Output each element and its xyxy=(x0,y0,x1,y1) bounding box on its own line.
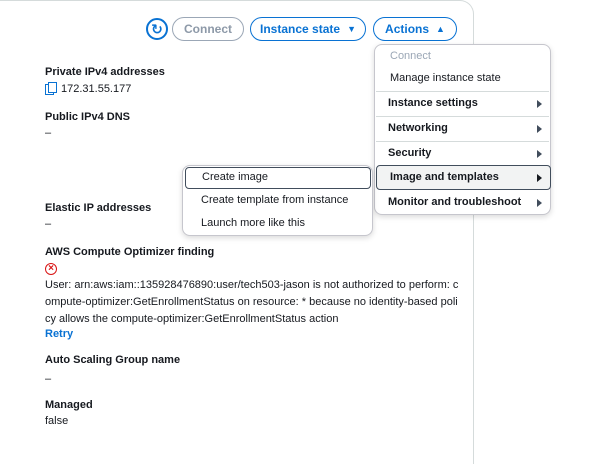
error-icon: × xyxy=(45,263,57,275)
caret-right-icon xyxy=(537,149,542,158)
menu-item-monitor-and-troubleshoot[interactable]: Monitor and troubleshoot xyxy=(375,190,550,215)
managed-value: false xyxy=(45,415,69,427)
copy-icon[interactable] xyxy=(45,82,57,95)
optimizer-error-message: User: arn:aws:iam::135928476890:user/tec… xyxy=(45,279,459,325)
caret-up-icon: ▲ xyxy=(436,24,445,34)
caret-right-icon xyxy=(537,173,542,182)
managed-label: Managed xyxy=(45,399,93,411)
managed-field: Managed false xyxy=(45,399,465,429)
caret-down-icon: ▼ xyxy=(347,24,356,34)
submenu-item-create-image[interactable]: Create image xyxy=(185,167,371,189)
security-label: Security xyxy=(388,147,432,159)
refresh-button[interactable]: ↻ xyxy=(146,18,168,40)
asg-value: – xyxy=(45,373,52,385)
refresh-icon: ↻ xyxy=(151,20,163,37)
asg-label: Auto Scaling Group name xyxy=(45,354,181,366)
menu-item-networking[interactable]: Networking xyxy=(375,116,550,141)
image-templates-label: Image and templates xyxy=(390,171,499,183)
image-templates-submenu: Create image Create template from instan… xyxy=(182,165,373,236)
menu-item-manage-instance-state[interactable]: Manage instance state xyxy=(375,72,550,84)
menu-item-image-and-templates[interactable]: Image and templates xyxy=(376,165,551,190)
instance-state-label: Instance state xyxy=(260,22,341,36)
networking-label: Networking xyxy=(388,122,448,134)
submenu-item-launch-more[interactable]: Launch more like this xyxy=(183,217,372,229)
instance-state-button[interactable]: Instance state ▼ xyxy=(250,17,366,41)
actions-dropdown-menu: Connect Manage instance state Instance s… xyxy=(374,44,551,215)
menu-item-instance-settings[interactable]: Instance settings xyxy=(375,91,550,116)
optimizer-label: AWS Compute Optimizer finding xyxy=(45,246,215,258)
caret-right-icon xyxy=(537,99,542,108)
connect-button[interactable]: Connect xyxy=(172,17,244,41)
connect-button-label: Connect xyxy=(184,22,232,36)
actions-button[interactable]: Actions ▲ xyxy=(373,17,457,41)
instance-settings-label: Instance settings xyxy=(388,97,478,109)
caret-right-icon xyxy=(537,198,542,207)
monitor-label: Monitor and troubleshoot xyxy=(388,196,522,208)
optimizer-field: AWS Compute Optimizer finding × User: ar… xyxy=(45,246,465,340)
retry-link[interactable]: Retry xyxy=(45,328,465,340)
submenu-item-create-template[interactable]: Create template from instance xyxy=(183,194,372,206)
menu-item-connect: Connect xyxy=(390,50,431,62)
asg-field: Auto Scaling Group name – xyxy=(45,354,465,387)
actions-label: Actions xyxy=(385,22,430,36)
menu-item-security[interactable]: Security xyxy=(375,141,550,166)
private-ipv4-text: 172.31.55.177 xyxy=(61,83,132,95)
caret-right-icon xyxy=(537,124,542,133)
